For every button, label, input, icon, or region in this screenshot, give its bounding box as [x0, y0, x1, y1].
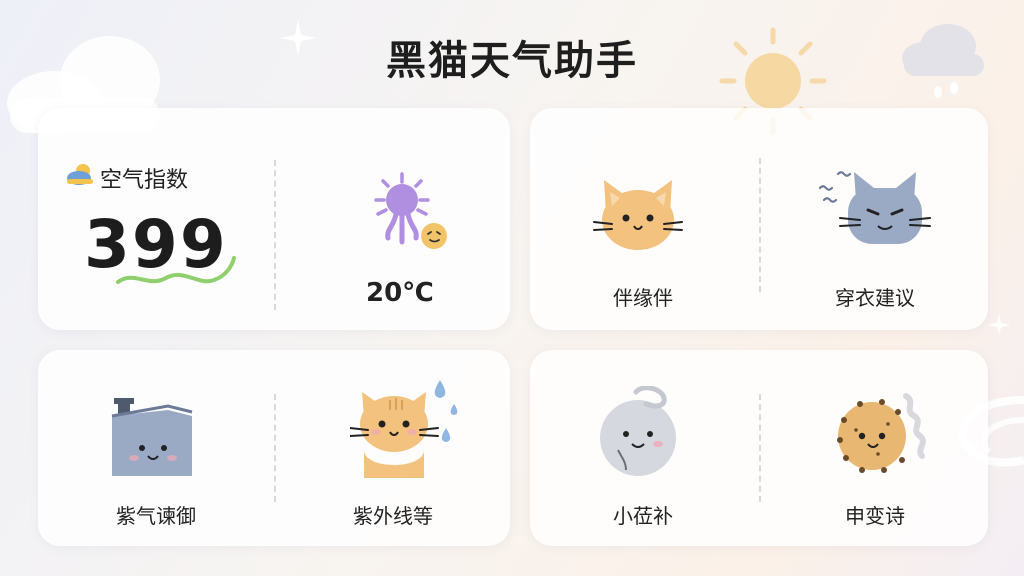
page-title: 黑猫天气助手 — [386, 38, 638, 84]
card-divider — [759, 158, 761, 292]
purple-air-card[interactable]: 紫气谏御 紫外线等 — [38, 350, 510, 546]
sparkle-icon — [986, 312, 1012, 338]
change-label: 申变诗 — [845, 504, 905, 528]
card-divider — [274, 160, 276, 310]
air-quality-title: 空气指数 — [100, 168, 189, 193]
cat-raindrops-icon — [350, 378, 464, 480]
card-divider — [759, 394, 761, 502]
grumpy-cat-icon — [818, 160, 934, 256]
temperature-value: 20℃ — [366, 278, 434, 308]
purple-air-cell[interactable]: 紫气谏御 — [38, 350, 274, 546]
companion-card[interactable]: 伴缘伴 穿衣建议 — [530, 108, 988, 330]
clothing-advice-cell[interactable]: 穿衣建议 — [762, 108, 988, 330]
air-quality-card[interactable]: 空气指数 399 20℃ — [38, 108, 510, 330]
cloud-sun-icon — [66, 162, 94, 186]
squiggle-underline — [114, 248, 238, 292]
cat-face-icon — [590, 174, 686, 254]
sun-mascot-icon — [364, 170, 454, 260]
small-label: 小莅补 — [613, 504, 673, 528]
change-cell[interactable]: 申变诗 — [762, 350, 988, 546]
companion-label: 伴缘伴 — [613, 286, 673, 310]
small-cell[interactable]: 小莅补 — [530, 350, 756, 546]
misc-card[interactable]: 小莅补 申变诗 — [530, 350, 988, 546]
uv-index-label: 紫外线等 — [353, 504, 433, 528]
moon-face-icon — [596, 386, 682, 478]
dust-ball-icon — [832, 390, 928, 478]
companion-cell[interactable]: 伴缘伴 — [530, 108, 756, 330]
uv-index-cell[interactable]: 紫外线等 — [276, 350, 510, 546]
house-icon — [108, 394, 198, 484]
clothing-advice-label: 穿衣建议 — [835, 286, 915, 310]
purple-air-label: 紫气谏御 — [116, 504, 196, 528]
